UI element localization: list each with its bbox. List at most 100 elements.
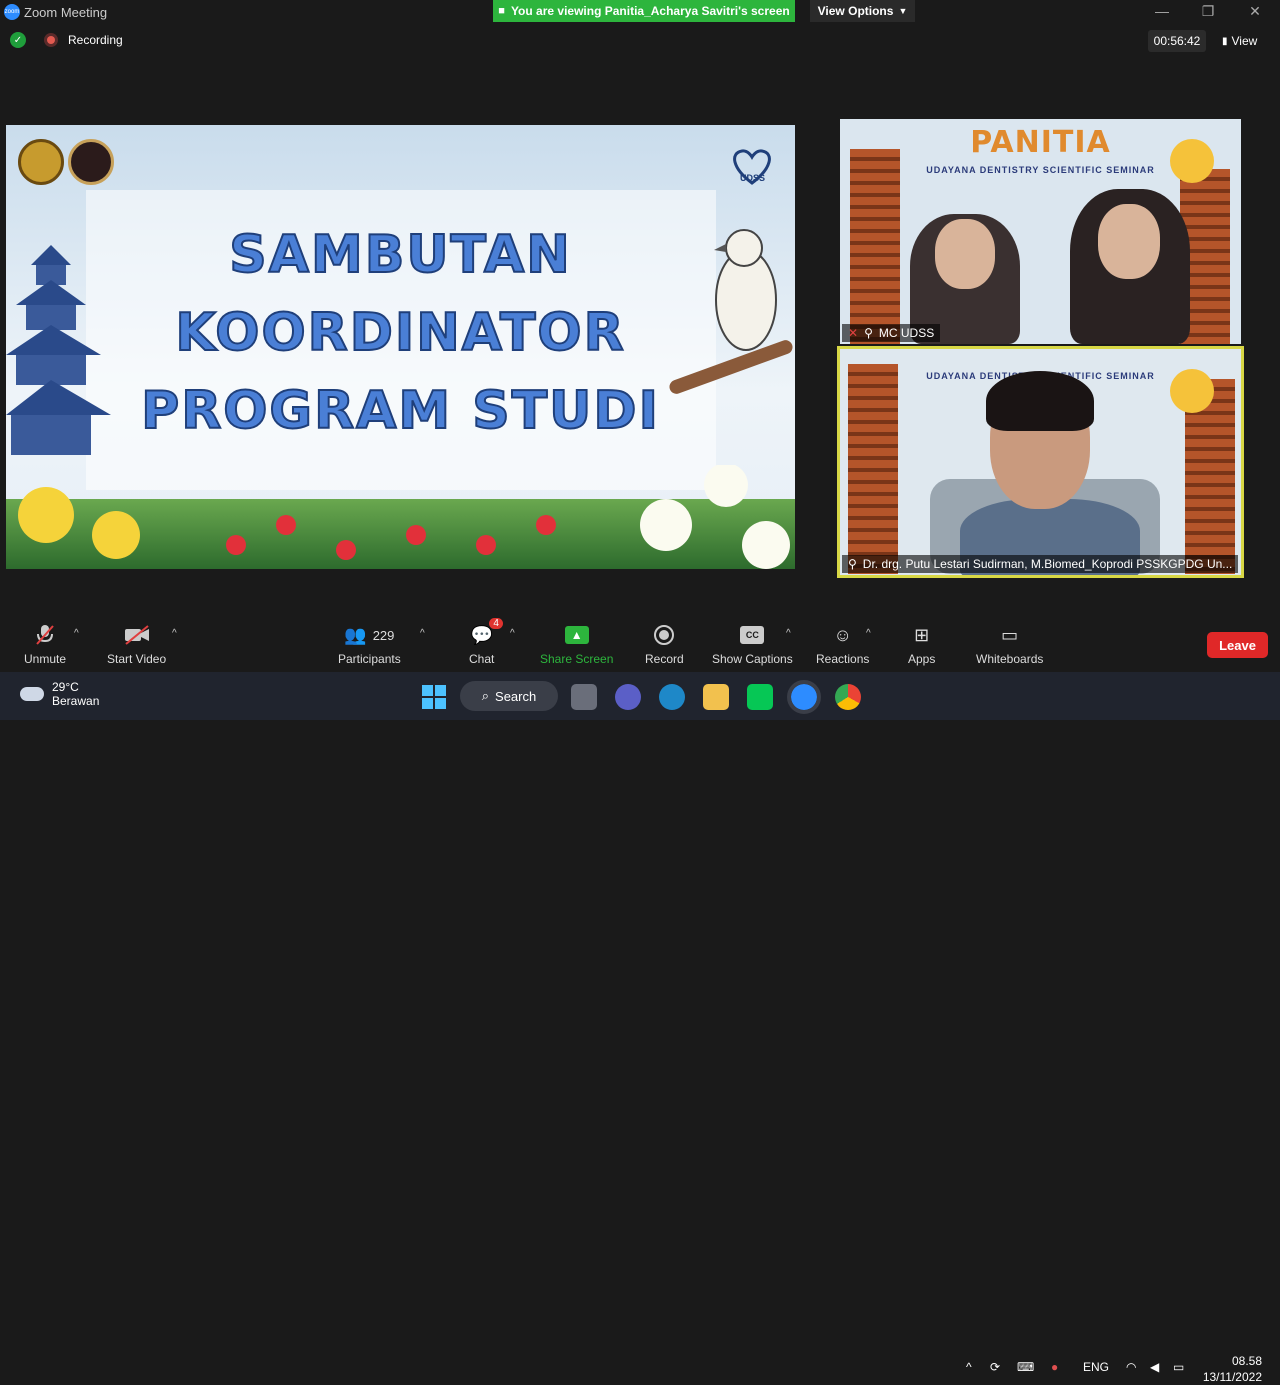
chrome-icon[interactable] xyxy=(835,684,861,710)
reactions-options-caret[interactable]: ^ xyxy=(866,628,871,639)
windows-start-icon[interactable] xyxy=(421,684,447,710)
chat-icon: 💬 4 xyxy=(470,618,503,646)
close-icon[interactable]: ✕ xyxy=(1235,0,1275,22)
clock-date: 13/11/2022 xyxy=(1202,1370,1262,1384)
slide-title-line-2: KOORDINATOR xyxy=(174,302,626,364)
video-options-caret[interactable]: ^ xyxy=(172,628,177,639)
chat-label: Chat xyxy=(469,652,495,666)
view-options-label: View Options xyxy=(817,4,894,18)
face-1 xyxy=(935,219,995,289)
encryption-shield-icon[interactable]: ✓ xyxy=(10,32,26,48)
udss-logo-text: UDSS xyxy=(740,173,766,183)
search-label: Search xyxy=(495,688,537,704)
temperature: 29°C xyxy=(52,680,79,694)
participants-button[interactable]: 👥 229 Participants xyxy=(338,624,401,667)
reactions-label: Reactions xyxy=(816,652,870,666)
whiteboard-icon: ▭ xyxy=(1001,624,1019,645)
wifi-icon[interactable]: ◠ xyxy=(1126,1360,1136,1374)
recording-label: Recording xyxy=(68,33,123,47)
pagoda-left xyxy=(850,149,900,344)
participant-name: Dr. drg. Putu Lestari Sudirman, M.Biomed… xyxy=(862,557,1233,571)
share-screen-label: Share Screen xyxy=(540,652,614,666)
apps-icon: ⊞ xyxy=(914,624,930,645)
faculty-logo xyxy=(68,139,114,185)
sun-illustration xyxy=(1170,369,1214,413)
view-button[interactable]: ▮ View xyxy=(1222,30,1257,52)
battery-icon[interactable]: ▭ xyxy=(1173,1360,1184,1374)
status-row: ✓ Recording xyxy=(10,32,123,48)
reactions-button[interactable]: ☺ Reactions xyxy=(816,624,870,667)
video-tile-speaker[interactable]: UDAYANA DENTISTRY SCIENTIFIC SEMINAR ⚲ D… xyxy=(837,346,1244,578)
slide-title-line-1: SAMBUTAN xyxy=(228,224,572,286)
university-logo xyxy=(18,139,64,185)
flowers-illustration xyxy=(18,465,790,569)
whiteboards-button[interactable]: ▭ Whiteboards xyxy=(976,624,1044,667)
view-label: View xyxy=(1231,34,1258,48)
pagoda-left xyxy=(848,364,898,574)
whiteboards-label: Whiteboards xyxy=(976,652,1044,666)
keyboard-icon[interactable]: ⌨ xyxy=(1017,1360,1034,1374)
slide-title-line-3: PROGRAM STUDI xyxy=(140,380,660,442)
apps-button[interactable]: ⊞ Apps xyxy=(908,624,936,667)
pin-icon: ⚲ xyxy=(864,326,873,340)
tile-name-label: ⚲ Dr. drg. Putu Lestari Sudirman, M.Biom… xyxy=(842,555,1239,573)
start-video-label: Start Video xyxy=(107,652,167,666)
zoom-taskbar-icon[interactable] xyxy=(787,680,821,714)
file-explorer-icon[interactable] xyxy=(703,684,729,710)
restore-icon[interactable]: ❐ xyxy=(1188,0,1228,22)
weather-condition: Berawan xyxy=(52,694,100,708)
weather-widget[interactable]: 29°C Berawan xyxy=(20,680,99,708)
chat-badge: 4 xyxy=(489,618,503,629)
line-app-icon[interactable] xyxy=(747,684,773,710)
emoji-icon: ☺ xyxy=(833,624,852,645)
unmute-button[interactable]: Unmute xyxy=(24,624,66,666)
show-captions-label: Show Captions xyxy=(712,652,793,666)
participants-options-caret[interactable]: ^ xyxy=(420,628,425,639)
captions-icon: CC xyxy=(740,624,765,646)
start-video-button[interactable]: Start Video xyxy=(107,624,166,666)
meeting-timer: 00:56:42 xyxy=(1148,30,1206,52)
chat-button[interactable]: 💬 4 Chat xyxy=(469,618,503,666)
view-options-button[interactable]: View Options ▼ xyxy=(810,0,915,22)
search-icon: ⌕ xyxy=(481,688,490,703)
participant-name: MC UDSS xyxy=(878,326,935,340)
grid-icon: ▮ xyxy=(1222,35,1228,47)
show-hidden-icons[interactable]: ^ xyxy=(966,1360,972,1374)
video-off-icon xyxy=(124,624,150,646)
udss-logo: UDSS xyxy=(722,143,784,189)
clock-time: 08.58 xyxy=(1231,1354,1262,1368)
speaker-hair xyxy=(986,371,1094,431)
share-screen-button[interactable]: ▲ Share Screen xyxy=(540,624,613,666)
record-button[interactable]: Record xyxy=(645,624,684,666)
edge-icon[interactable] xyxy=(659,684,685,710)
mic-muted-icon xyxy=(35,624,55,646)
sync-icon[interactable]: ⟳ xyxy=(990,1360,1000,1374)
shield-icon: ■ xyxy=(498,5,505,17)
chat-options-caret[interactable]: ^ xyxy=(510,628,515,639)
language-indicator[interactable]: ENG xyxy=(1083,1360,1109,1374)
participants-icon: 👥 229 xyxy=(344,624,395,645)
leave-button[interactable]: Leave xyxy=(1207,632,1268,658)
microphone-icon[interactable]: ● xyxy=(1051,1360,1058,1374)
system-clock[interactable]: 08.58 13/11/2022 xyxy=(1200,1353,1262,1385)
audio-options-caret[interactable]: ^ xyxy=(74,628,79,639)
viewing-screen-text: You are viewing Panitia_Acharya Savitri'… xyxy=(510,4,790,18)
record-icon xyxy=(654,624,675,646)
teams-chat-icon[interactable] xyxy=(615,684,641,710)
face-2 xyxy=(1098,204,1160,279)
apps-label: Apps xyxy=(908,652,936,666)
video-tile-mc-udss[interactable]: PANITIA UDAYANA DENTISTRY SCIENTIFIC SEM… xyxy=(840,119,1241,344)
sun-illustration xyxy=(1170,139,1214,183)
volume-icon[interactable]: ◀ xyxy=(1150,1360,1159,1374)
minimize-icon[interactable]: — xyxy=(1142,0,1182,22)
cloud-icon xyxy=(20,687,44,701)
participants-label: Participants xyxy=(338,652,401,666)
record-label: Record xyxy=(645,652,684,666)
captions-options-caret[interactable]: ^ xyxy=(786,628,791,639)
task-view-icon[interactable] xyxy=(571,684,597,710)
show-captions-button[interactable]: CC Show Captions xyxy=(712,624,793,666)
shared-screen: UDSS SAMBUTAN KOORDINATOR PROGRAM STUDI xyxy=(6,125,795,569)
recording-icon xyxy=(44,33,58,47)
taskbar-search[interactable]: ⌕ Search xyxy=(460,681,558,711)
participants-count: 229 xyxy=(372,627,395,643)
